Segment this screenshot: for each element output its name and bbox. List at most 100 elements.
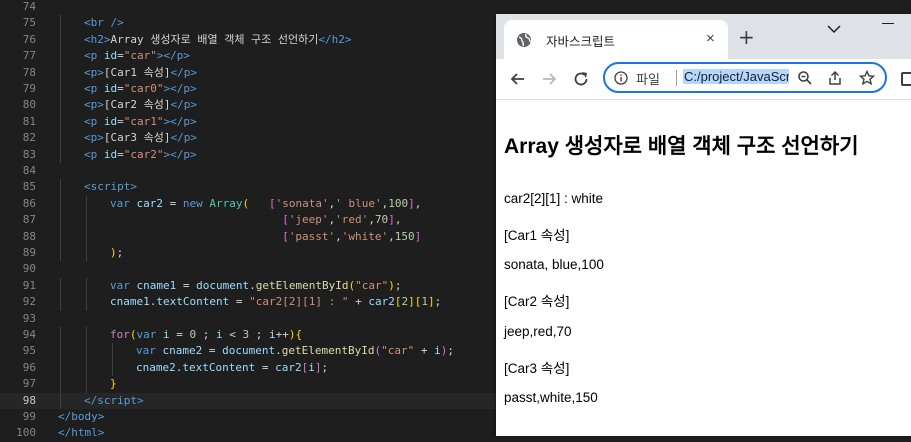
code-text: <p>[Car2 속성]</p> (84, 98, 197, 112)
tab-title: 자바스크립트 (546, 35, 616, 49)
indent-guide (60, 343, 61, 360)
line-number: 89 (22, 246, 36, 259)
line-number: 81 (22, 114, 36, 128)
code-text: cname1.textContent = "car2[2][1] : " + c… (110, 295, 442, 309)
chevron-down-icon[interactable] (826, 24, 842, 34)
code-text: </body> (58, 410, 105, 423)
line-number: 78 (22, 65, 36, 79)
zoom-icon[interactable] (797, 70, 813, 86)
indent-guide (60, 294, 61, 311)
line-number: 85 (22, 180, 36, 194)
tab-strip: 자바스크립트 × + (496, 14, 911, 59)
indent-guide (86, 245, 87, 262)
browser-tab[interactable]: 자바스크립트 × (504, 20, 728, 59)
indent-guide (60, 212, 61, 229)
line-number: 76 (22, 32, 36, 46)
indent-guide (86, 294, 87, 311)
line-number: 96 (22, 360, 36, 374)
page-heading: Array 생성자로 배열 객체 구조 선언하기 (504, 135, 859, 158)
code-text: </script> (84, 393, 144, 407)
line-number: 87 (22, 213, 36, 227)
code-text: var cname1 = document.getElementById("ca… (110, 278, 402, 292)
indent-guide (60, 48, 61, 65)
omnibox-divider (676, 70, 677, 86)
indent-guide (60, 31, 61, 49)
line-number: 88 (22, 229, 36, 243)
code-text: <p>[Car1 속성]</p> (84, 65, 197, 79)
line-number: 90 (22, 262, 36, 276)
code-text: for(var i = 0 ; i < 3 ; i++){ (110, 328, 303, 341)
url-text[interactable]: C:/project/JavaScr (683, 69, 789, 84)
back-arrow-icon[interactable] (508, 69, 528, 89)
indent-guide (60, 327, 61, 344)
code-text: <p>[Car3 속성]</p> (84, 131, 197, 145)
paragraph-car2-label: [Car2 속성] (504, 294, 570, 309)
browser-window: 자바스크립트 × + 파일 C:/project/JavaScr Array 생… (496, 14, 911, 436)
code-text: ['jeep','red',70], (282, 213, 402, 227)
paragraph-car1: jeep,red,70 (504, 324, 572, 339)
address-bar[interactable]: 파일 C:/project/JavaScr (603, 62, 887, 93)
share-icon[interactable] (827, 70, 843, 86)
file-scheme-label: 파일 (636, 72, 660, 87)
paragraph-car: car2[2][1] : white (504, 191, 604, 206)
indent-guide (60, 130, 61, 147)
line-number: 80 (22, 98, 36, 112)
code-text: <p id="car"></p> (84, 49, 190, 63)
forward-arrow-icon[interactable] (539, 69, 559, 89)
indent-guide (60, 392, 61, 409)
reload-icon[interactable] (571, 69, 591, 89)
globe-icon (517, 33, 531, 47)
code-text: var cname2 = document.getElementById("ca… (136, 344, 454, 358)
page-content: Array 생성자로 배열 객체 구조 선언하기 car2[2][1] : wh… (496, 100, 911, 436)
line-number: 91 (22, 278, 36, 292)
indent-guide (86, 343, 87, 360)
indent-guide (86, 228, 87, 245)
indent-guide (60, 179, 61, 196)
code-text: var car2 = new Array( ['sonata',' blue',… (110, 196, 422, 210)
code-text: ); (110, 246, 124, 259)
line-number: 79 (22, 82, 36, 95)
indent-guide (86, 212, 87, 229)
paragraph-car2: passt,white,150 (504, 390, 598, 405)
browser-toolbar: 파일 C:/project/JavaScr (496, 59, 911, 100)
close-tab-icon[interactable]: × (706, 31, 715, 47)
code-text: <br /> (84, 16, 124, 30)
line-number: 94 (22, 328, 36, 341)
code-text: </html> (58, 426, 105, 440)
minimize-icon[interactable] (882, 23, 894, 24)
new-tab-button[interactable]: + (738, 27, 755, 47)
indent-guide (86, 327, 87, 344)
line-number: 84 (22, 164, 36, 177)
indent-guide (112, 359, 113, 377)
code-text: ['passt','white',150] (282, 229, 422, 243)
line-number: 92 (22, 295, 36, 309)
indent-guide (60, 195, 61, 213)
line-number: 100 (16, 426, 36, 440)
code-text: <script> (84, 180, 137, 194)
line-number: 97 (22, 377, 36, 391)
indent-guide (60, 376, 61, 393)
paragraph-car0: sonata, blue,100 (504, 257, 604, 272)
indent-guide (60, 15, 61, 32)
indent-guide (60, 146, 61, 163)
line-number: 99 (22, 410, 36, 423)
indent-guide (60, 97, 61, 114)
line-number: 75 (22, 16, 36, 30)
line-number: 98 (22, 393, 36, 407)
indent-guide (60, 359, 61, 377)
indent-guide (60, 245, 61, 262)
code-text: <p id="car0"></p> (84, 82, 197, 95)
indent-guide (60, 81, 61, 98)
paragraph-car3-label: [Car3 속성] (504, 361, 570, 376)
indent-guide (86, 359, 87, 377)
line-number: 93 (22, 311, 36, 325)
star-icon[interactable] (859, 70, 875, 86)
line-number: 77 (22, 49, 36, 63)
indent-guide (60, 64, 61, 81)
indent-guide (86, 376, 87, 393)
info-icon[interactable] (614, 71, 628, 85)
line-number: 95 (22, 344, 36, 358)
indent-guide (60, 277, 61, 295)
line-number: 74 (22, 0, 36, 13)
side-panel-icon[interactable] (901, 72, 911, 86)
